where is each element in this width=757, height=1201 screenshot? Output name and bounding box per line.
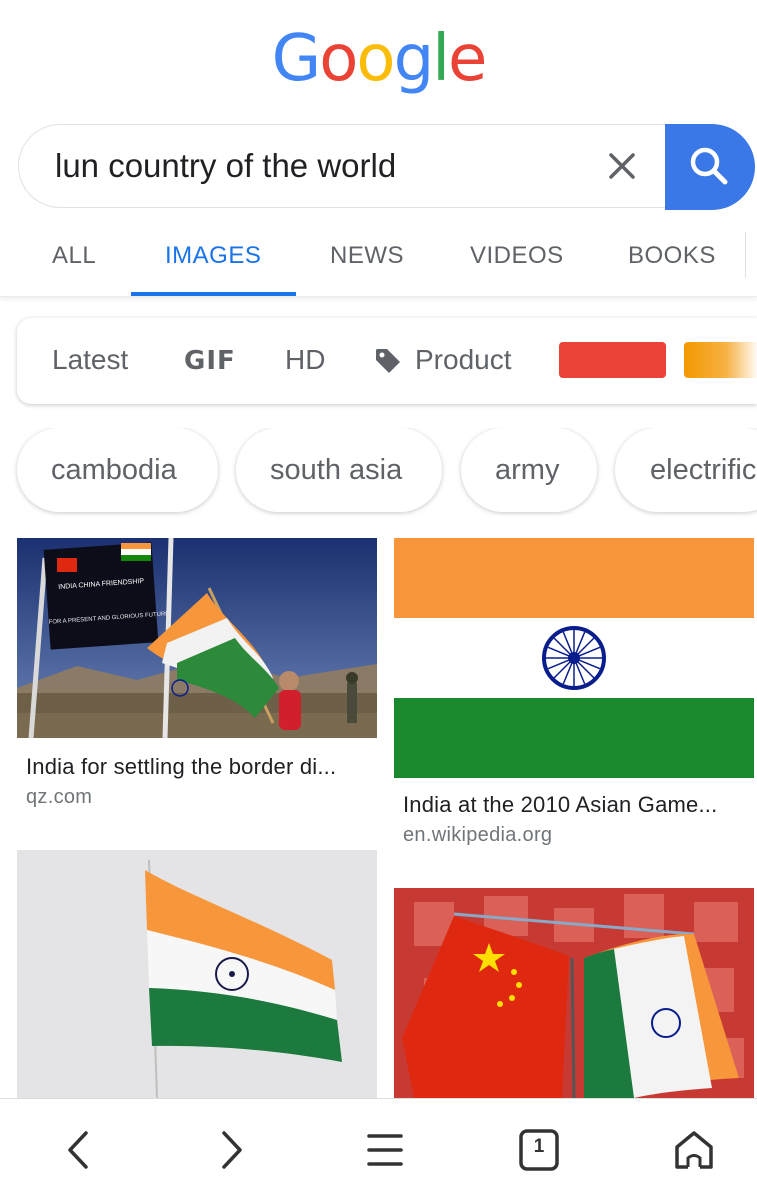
logo-letter: G [271,22,322,96]
clear-icon[interactable] [603,147,641,185]
search-query[interactable]: lun country of the world [55,147,396,185]
result-image-waving-flag[interactable] [17,850,377,1098]
image-result[interactable]: India at the 2010 Asian Game... en.wikip… [394,538,754,848]
tab-divider [745,232,746,278]
search-bar: lun country of the world [18,124,755,210]
chip-cambodia[interactable]: cambodia [17,428,218,512]
search-tabs: ALL IMAGES NEWS VIDEOS BOOKS [0,222,757,297]
search-input[interactable]: lun country of the world [18,124,668,208]
logo-letter: g [393,22,435,96]
chip-army[interactable]: army [461,428,597,512]
google-logo: Google [0,22,757,96]
filter-gif[interactable]: GIF [184,346,236,376]
filter-hd[interactable]: HD [285,344,325,376]
filter-bar: Latest GIF HD Product [17,318,757,404]
chip-south-asia[interactable]: south asia [236,428,442,512]
logo-letter: e [447,22,487,96]
active-tab-indicator [131,292,296,296]
tabs-button[interactable]: 1 [516,1127,562,1173]
related-searches: cambodia south asia army electrific [0,428,757,518]
logo-letter: o [356,22,395,96]
tag-icon[interactable] [373,346,403,376]
forward-icon[interactable] [208,1127,254,1173]
search-button[interactable] [665,124,755,210]
image-result[interactable] [394,888,754,1098]
browser-nav-bar: 1 [0,1098,757,1201]
back-icon[interactable] [56,1127,102,1173]
result-image-china-india-flags[interactable] [394,888,754,1098]
result-image-border-sign[interactable]: INDIA CHINA FRIENDSHIP FOR A PRESENT AND… [17,538,377,738]
result-caption[interactable]: India at the 2010 Asian Game... [403,792,717,818]
logo-letter: o [319,22,358,96]
tab-count: 1 [533,1136,545,1157]
menu-icon[interactable] [362,1127,408,1173]
image-result[interactable] [17,850,377,1098]
home-icon[interactable] [671,1127,717,1173]
filter-product[interactable]: Product [415,344,512,376]
result-image-india-flag[interactable] [394,538,754,778]
tab-books[interactable]: BOOKS [628,242,716,270]
tab-all[interactable]: ALL [52,242,96,270]
color-filter-red[interactable] [559,342,666,378]
logo-letter: l [432,22,450,96]
tab-images[interactable]: IMAGES [165,242,261,270]
result-source[interactable]: qz.com [26,786,92,809]
chip-electrific[interactable]: electrific [615,428,757,512]
tab-videos[interactable]: VIDEOS [470,242,564,270]
image-result[interactable]: INDIA CHINA FRIENDSHIP FOR A PRESENT AND… [17,538,377,818]
result-source[interactable]: en.wikipedia.org [403,824,552,847]
tab-news[interactable]: NEWS [330,242,404,270]
color-filter-orange[interactable] [684,342,757,378]
search-icon [690,147,728,185]
result-caption[interactable]: India for settling the border di... [26,754,336,780]
filter-latest[interactable]: Latest [52,344,128,376]
